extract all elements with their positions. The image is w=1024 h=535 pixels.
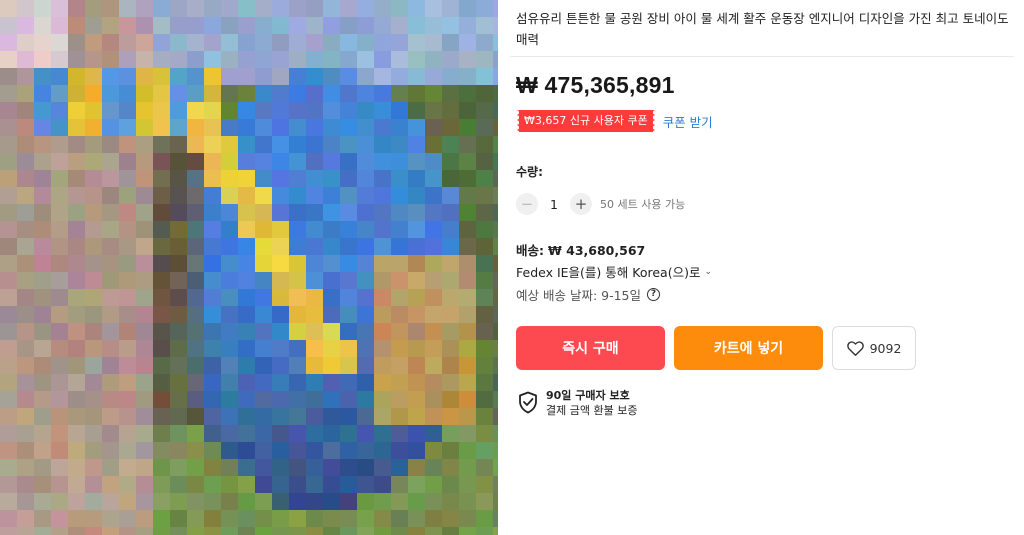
add-to-cart-button[interactable]: 카트에 넣기 — [674, 326, 823, 370]
product-image[interactable] — [0, 0, 498, 535]
divider — [510, 56, 1014, 57]
buy-now-button[interactable]: 즉시 구매 — [516, 326, 665, 370]
help-icon[interactable]: ? — [647, 288, 661, 301]
plus-icon: + — [574, 195, 588, 213]
wishlist-count: 9092 — [869, 340, 902, 356]
chevron-down-icon: ⌄ — [704, 266, 712, 277]
shipping-method-dropdown[interactable]: Fedex IE을(를) 통해 Korea(으)로 ⌄ — [516, 262, 712, 281]
wishlist-button[interactable]: 9092 — [832, 326, 916, 370]
shipping-method-text: Fedex IE을(를) 통해 Korea(으)로 — [516, 265, 701, 280]
increase-quantity-button[interactable]: + — [570, 193, 592, 215]
decrease-quantity-button[interactable]: − — [516, 193, 538, 215]
minus-icon: − — [520, 195, 534, 213]
product-title: 섬유유리 튼튼한 물 공원 장비 아이 물 세계 활주 운동장 엔지니어 디자인… — [516, 11, 1009, 47]
heart-icon — [846, 340, 864, 356]
get-coupon-link[interactable]: 쿠폰 받기 — [663, 112, 713, 131]
pixelated-photo — [0, 0, 498, 535]
